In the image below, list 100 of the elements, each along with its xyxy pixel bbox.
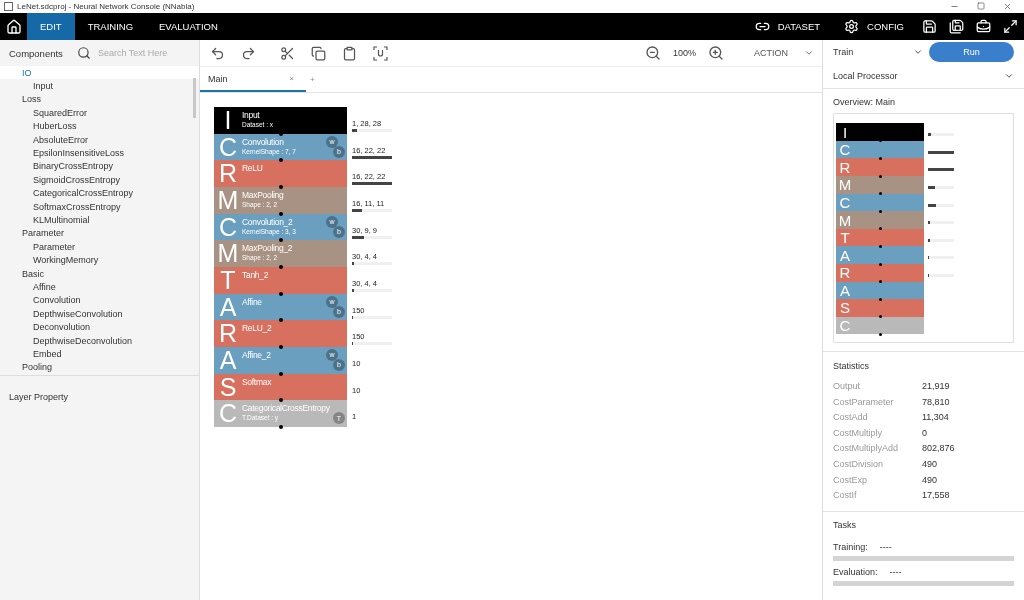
layer-letter: C bbox=[838, 141, 852, 159]
document-tab[interactable]: Main × bbox=[200, 67, 306, 92]
tree-item[interactable]: SquaredError bbox=[0, 106, 199, 120]
layer-letter: R bbox=[838, 158, 852, 176]
stat-name: CostAdd bbox=[833, 412, 869, 423]
run-button[interactable]: Run bbox=[929, 42, 1014, 63]
tree-item[interactable]: EpsilonInsensitiveLoss bbox=[0, 146, 199, 160]
search-field[interactable]: Search Text Here bbox=[95, 47, 176, 59]
connector-dot bbox=[279, 424, 283, 429]
connector-dot bbox=[879, 209, 882, 213]
panel-title: Components bbox=[9, 47, 63, 59]
tree-item[interactable]: Deconvolution bbox=[0, 320, 199, 334]
zoom-level: 100% bbox=[672, 48, 696, 58]
connector-dot bbox=[279, 398, 283, 403]
layer-letter: A bbox=[218, 293, 238, 321]
tree-item[interactable]: WorkingMemory bbox=[0, 253, 199, 267]
layer-name: ReLU bbox=[242, 163, 263, 174]
chevron-down-icon bbox=[804, 48, 814, 58]
layer-letter: R bbox=[838, 264, 852, 282]
layer-name: Tanh_2 bbox=[242, 269, 269, 280]
briefcase-icon bbox=[976, 19, 991, 34]
bracket-icon bbox=[373, 45, 388, 61]
scissors-icon bbox=[280, 45, 295, 61]
stat-value: 17,558 bbox=[922, 490, 950, 501]
close-tab-button[interactable]: × bbox=[285, 74, 298, 83]
layer-name: MaxPooling bbox=[242, 189, 284, 200]
tree-item[interactable]: BinaryCrossEntropy bbox=[0, 159, 199, 174]
tree-item[interactable]: SigmoidCrossEntropy bbox=[0, 173, 199, 187]
stat-value: 78,810 bbox=[922, 396, 950, 407]
overview-panel[interactable]: I C R M C M T A R A S C bbox=[833, 113, 1014, 344]
layer-name: Input bbox=[242, 110, 261, 120]
tree-item[interactable]: DepthwiseDeconvolution bbox=[0, 333, 199, 348]
task-label: Training: bbox=[833, 542, 868, 552]
tree-item[interactable]: HuberLoss bbox=[0, 119, 199, 133]
close-icon[interactable] bbox=[1003, 2, 1012, 11]
redo-icon bbox=[241, 45, 256, 61]
connector-dot bbox=[879, 297, 882, 301]
nav-tab[interactable]: EVALUATION bbox=[146, 13, 231, 40]
section-title: Tasks bbox=[833, 520, 857, 530]
stat-value: 490 bbox=[922, 474, 938, 485]
tree-item[interactable]: Parameter bbox=[0, 240, 199, 254]
scrollbar[interactable] bbox=[193, 78, 196, 118]
layer-letter: S bbox=[839, 299, 851, 317]
connector-dot bbox=[279, 211, 283, 216]
settings-icon bbox=[844, 19, 860, 34]
nav-action[interactable]: DATASET bbox=[742, 13, 833, 40]
connector-dot bbox=[879, 156, 882, 160]
zoom-in-icon bbox=[708, 45, 724, 61]
home-icon bbox=[5, 18, 22, 35]
connector-dot bbox=[879, 280, 882, 284]
layer-name: MaxPooling_2 bbox=[242, 243, 293, 254]
tree-item[interactable]: Convolution bbox=[0, 293, 199, 308]
tree-item[interactable]: Parameter bbox=[0, 226, 199, 241]
layer-letter: C bbox=[217, 213, 239, 241]
layer-name: Convolution_2 bbox=[242, 216, 294, 227]
tree-item[interactable]: IO bbox=[0, 66, 199, 80]
layer-letter: C bbox=[838, 317, 852, 335]
connector-dot bbox=[279, 158, 283, 163]
nav-action[interactable]: CONFIG bbox=[832, 13, 916, 40]
expand-icon bbox=[1003, 19, 1018, 34]
stat-name: CostDivision bbox=[833, 459, 884, 469]
tree-item[interactable]: Input bbox=[0, 79, 199, 93]
layer-letter: M bbox=[837, 211, 853, 229]
tree-item[interactable]: SoftmaxCrossEntropy bbox=[0, 199, 199, 214]
tree-item[interactable]: DepthwiseConvolution bbox=[0, 307, 199, 321]
nav-tab[interactable]: EDIT bbox=[27, 13, 75, 40]
layer-letter: A bbox=[218, 346, 238, 374]
tree-item[interactable]: Basic bbox=[0, 266, 199, 281]
connector-dot bbox=[279, 184, 283, 189]
tree-item[interactable]: Embed bbox=[0, 347, 199, 361]
action-menu[interactable]: ACTION bbox=[750, 46, 818, 60]
layer-letter: M bbox=[216, 186, 240, 214]
floppy-disks-icon bbox=[949, 19, 964, 34]
tree-item[interactable]: AbsoluteError bbox=[0, 132, 199, 147]
panel-title: Layer Property bbox=[9, 392, 69, 402]
clipboard-icon bbox=[342, 45, 357, 61]
tree-item[interactable]: Loss bbox=[0, 92, 199, 107]
tree-item[interactable]: Affine bbox=[0, 280, 199, 294]
layer-letter: S bbox=[218, 373, 238, 401]
tree-item[interactable]: Pooling bbox=[0, 360, 199, 374]
add-tab-button[interactable]: + bbox=[306, 67, 319, 92]
connector-dot bbox=[879, 192, 882, 196]
tree-item[interactable]: KLMultinomial bbox=[0, 213, 199, 227]
window-title: LeNet.sdcproj - Neural Network Console (NNabla) bbox=[17, 2, 196, 11]
task-label: Evaluation: bbox=[833, 567, 878, 577]
stat-name: CostIf bbox=[833, 490, 858, 501]
task-status: ---- bbox=[879, 542, 892, 552]
stat-value: 490 bbox=[922, 459, 938, 469]
connector-dot bbox=[279, 344, 283, 349]
layer-name: CategoricalCrossEntropy bbox=[242, 403, 330, 414]
layer-letter: C bbox=[217, 133, 239, 161]
nav-tab[interactable]: TRAINING bbox=[74, 13, 147, 40]
mode-dropdown[interactable]: Train bbox=[833, 47, 923, 58]
stat-value: 11,304 bbox=[922, 412, 949, 423]
layer-letter: C bbox=[838, 193, 852, 211]
layer-name: Convolution bbox=[242, 136, 285, 147]
layer-letter: R bbox=[217, 320, 239, 347]
tree-item[interactable]: CategoricalCrossEntropy bbox=[0, 186, 199, 200]
processor-dropdown[interactable]: Local Processor bbox=[833, 71, 1014, 82]
connector-dot bbox=[879, 174, 882, 178]
